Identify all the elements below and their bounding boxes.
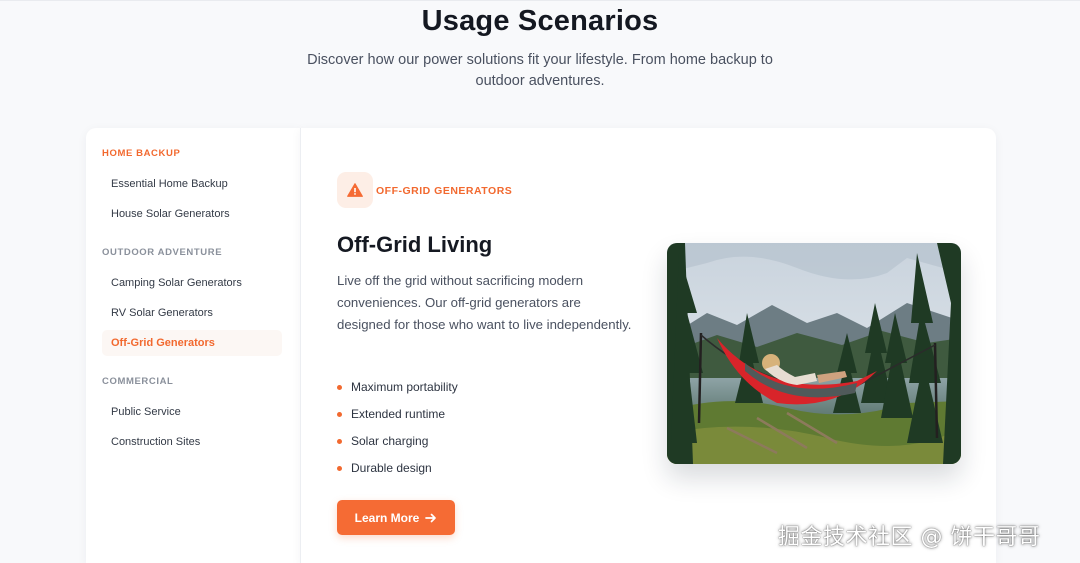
sidebar-item-construction-sites[interactable]: Construction Sites [102,429,282,455]
bullet-dot-icon [337,412,342,417]
sidebar-item-essential-home-backup[interactable]: Essential Home Backup [102,171,282,197]
bullet-dot-icon [337,439,342,444]
feature-text: Solar charging [351,434,429,448]
scenario-sidebar: HOME BACKUP Essential Home Backup House … [86,128,300,563]
sidebar-group-home-backup: HOME BACKUP [102,148,181,159]
category-label: OFF-GRID GENERATORS [376,185,513,197]
scenario-description: Live off the grid without sacrificing mo… [337,273,632,332]
bullet-dot-icon [337,466,342,471]
sidebar-item-camping-solar-generators[interactable]: Camping Solar Generators [102,270,282,296]
sidebar-item-rv-solar-generators[interactable]: RV Solar Generators [102,300,282,326]
feature-item: Extended runtime [337,401,458,428]
feature-text: Extended runtime [351,407,446,421]
scenario-photo [667,243,961,464]
bullet-dot-icon [337,385,342,390]
sidebar-item-house-solar-generators[interactable]: House Solar Generators [102,201,282,227]
feature-item: Maximum portability [337,374,458,401]
learn-more-label: Learn More [354,510,420,525]
feature-item: Durable design [337,455,458,482]
feature-list: Maximum portability Extended runtime Sol… [337,374,458,482]
page: Usage Scenarios Discover how our power s… [0,0,1080,563]
sidebar-item-off-grid-generators[interactable]: Off-Grid Generators [102,330,282,356]
category-badge [337,172,373,208]
sidebar-group-outdoor-adventure: OUTDOOR ADVENTURE [102,247,223,258]
warning-triangle-icon [347,183,363,197]
page-title: Usage Scenarios [421,5,659,37]
arrow-right-icon [425,513,437,522]
feature-text: Maximum portability [351,380,458,394]
page-subtitle: Discover how our power solutions fit you… [307,52,773,89]
feature-text: Durable design [351,461,432,475]
feature-item: Solar charging [337,428,458,455]
sidebar-item-public-service[interactable]: Public Service [102,399,282,425]
hammock-forest-photo [667,243,961,464]
scenario-detail-panel: OFF-GRID GENERATORS Off-Grid Living Live… [300,128,996,563]
sidebar-group-commercial: COMMERCIAL [102,376,174,387]
scenario-title: Off-Grid Living [337,232,493,257]
learn-more-button[interactable]: Learn More [337,500,455,535]
watermark-text: 掘金技术社区 @ 饼干哥哥 [778,525,1041,550]
